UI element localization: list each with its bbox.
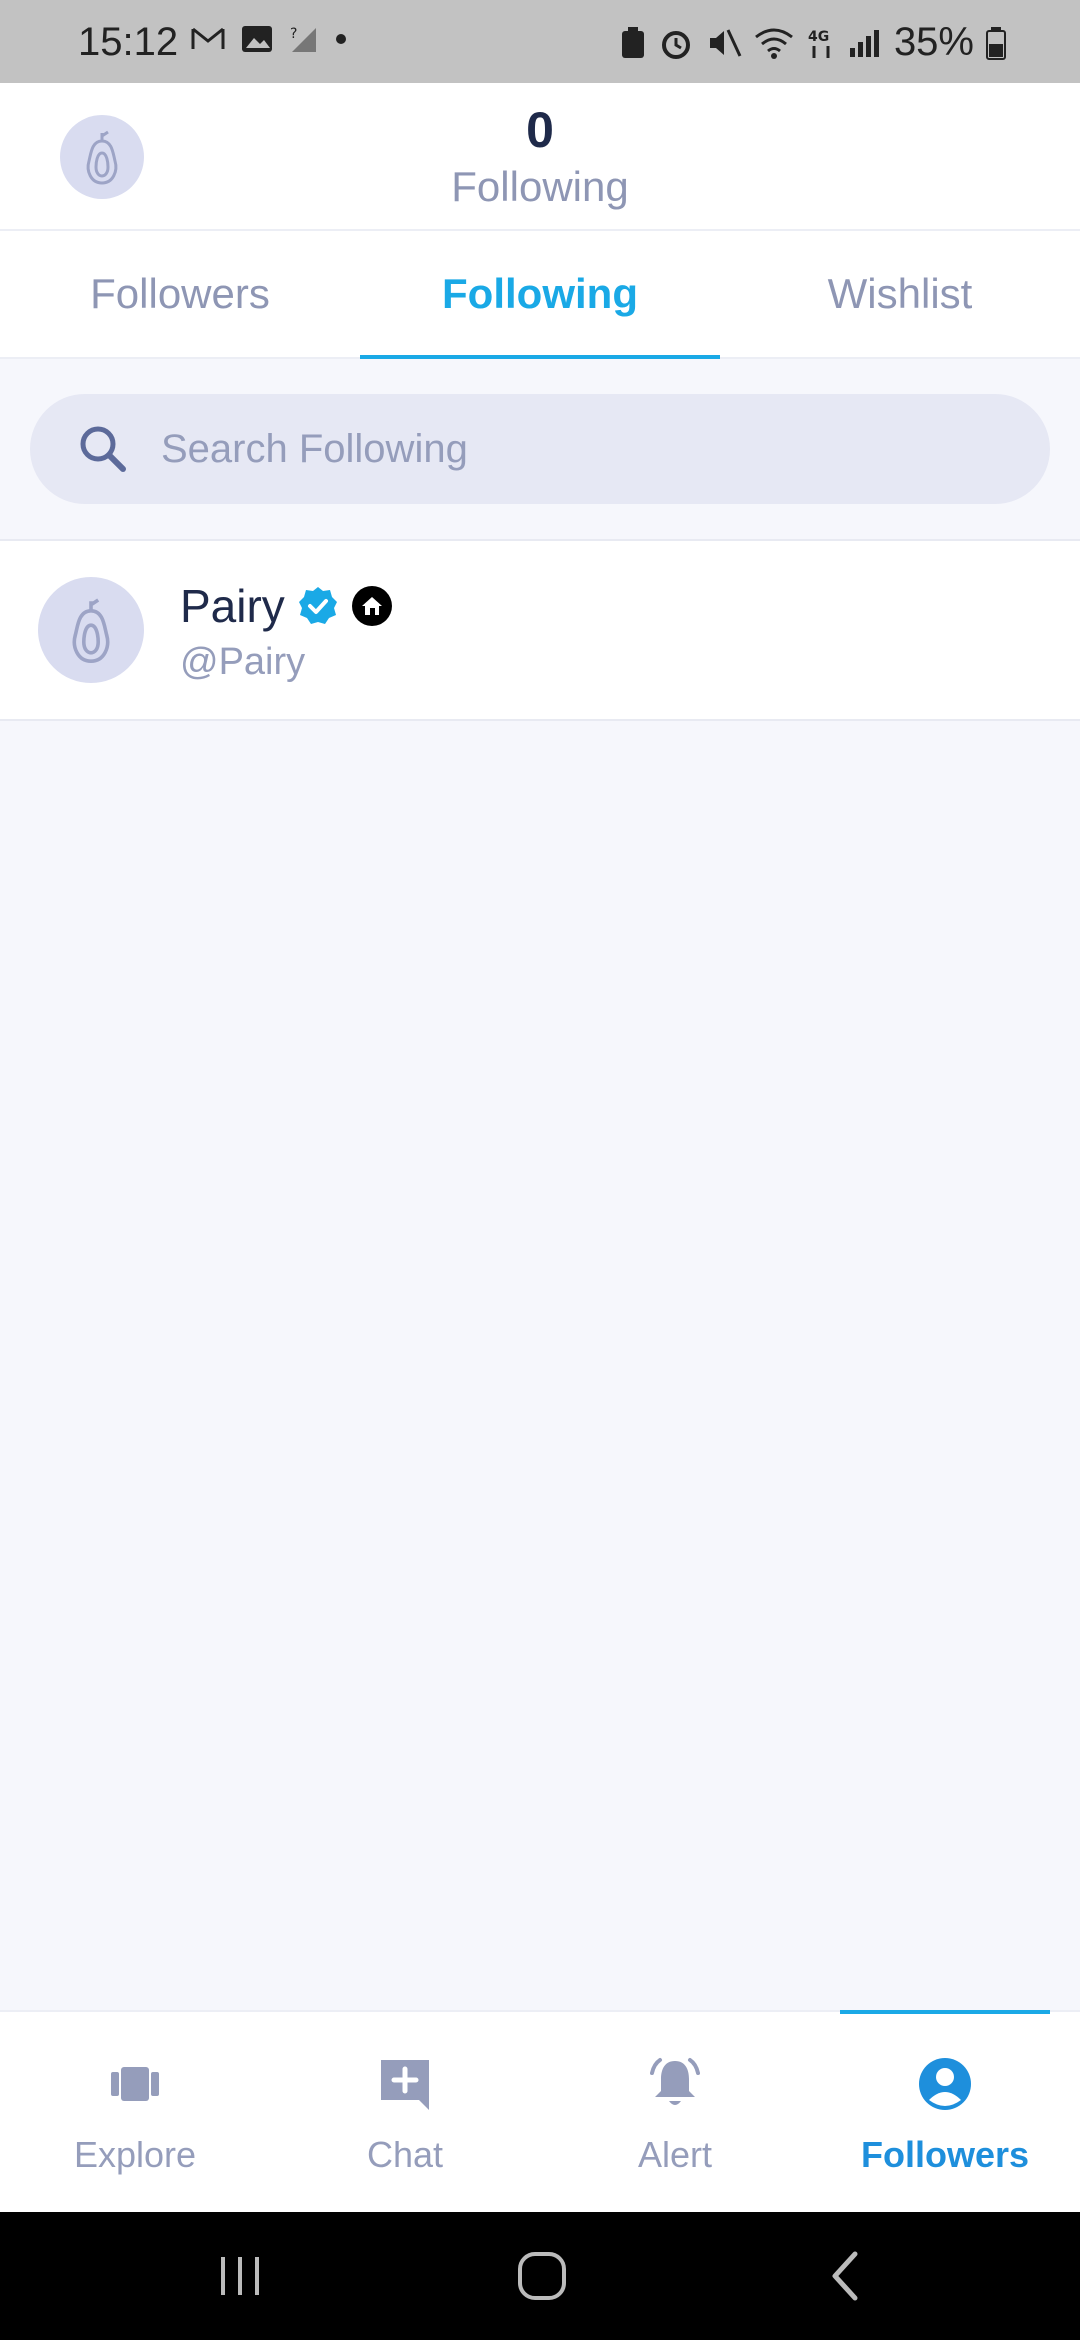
search-section	[0, 359, 1080, 541]
nav-chat[interactable]: Chat	[270, 2012, 540, 2212]
tab-wishlist[interactable]: Wishlist	[720, 231, 1080, 357]
gmail-icon	[191, 27, 225, 49]
tab-bar: Followers Following Wishlist	[0, 231, 1080, 359]
svg-text:4G: 4G	[808, 29, 829, 45]
user-name-row: Pairy	[180, 579, 393, 633]
bottom-nav: Explore Chat Alert Followers	[0, 2010, 1080, 2212]
home-icon	[518, 2252, 566, 2300]
nav-explore[interactable]: Explore	[0, 2012, 270, 2212]
explore-icon	[111, 2067, 159, 2101]
user-handle: @Pairy	[180, 641, 306, 683]
house-badge-icon	[351, 586, 392, 626]
back-icon	[832, 2251, 858, 2301]
battery-percent: 35%	[893, 20, 974, 64]
tab-followers[interactable]: Followers	[0, 231, 360, 357]
gallery-icon	[242, 26, 272, 52]
dot-icon	[336, 34, 346, 44]
list-item[interactable]: Pairy @Pairy	[0, 541, 1080, 721]
signal-icon	[849, 29, 879, 57]
nav-explore-label: Explore	[73, 2134, 197, 2175]
battery-icon	[986, 26, 1006, 60]
following-count: 0	[526, 102, 554, 158]
battery-saver-icon	[621, 26, 644, 58]
status-left-icons: ?	[190, 24, 348, 54]
search-icon	[80, 426, 126, 472]
verified-badge-icon	[298, 587, 337, 624]
status-time: 15:12	[78, 20, 179, 64]
nav-alert[interactable]: Alert	[540, 2012, 810, 2212]
alarm-icon	[661, 30, 690, 59]
system-nav-bar	[0, 2212, 1080, 2340]
status-bar: 15:12 ? 4G 35%	[0, 0, 1080, 83]
user-circle-icon	[919, 2058, 971, 2110]
recent-apps-icon	[221, 2257, 259, 2295]
wifi-icon	[755, 28, 793, 59]
4g-icon: 4G	[808, 29, 830, 58]
chat-add-icon	[381, 2060, 429, 2110]
svg-text:?: ?	[290, 26, 297, 42]
nav-chat-label: Chat	[366, 2134, 444, 2175]
back-button[interactable]	[815, 2246, 875, 2306]
nav-followers[interactable]: Followers	[810, 2010, 1080, 2212]
pear-logo-icon	[72, 598, 110, 664]
following-count-label: Following	[451, 163, 629, 210]
user-name: Pairy	[180, 580, 285, 632]
home-button[interactable]	[512, 2246, 572, 2306]
avatar[interactable]	[38, 577, 144, 683]
profile-header: 0 Following	[0, 83, 1080, 231]
mute-icon	[709, 28, 742, 57]
status-right: 4G 35%	[620, 20, 1006, 65]
tab-following[interactable]: Following	[360, 231, 720, 359]
search-bar[interactable]	[30, 394, 1050, 504]
bell-icon	[650, 2058, 700, 2105]
search-input[interactable]	[161, 426, 961, 472]
nav-followers-label: Followers	[860, 2134, 1030, 2175]
no-signal-icon: ?	[290, 26, 316, 52]
nav-alert-label: Alert	[637, 2134, 713, 2175]
recent-apps-button[interactable]	[210, 2246, 270, 2306]
